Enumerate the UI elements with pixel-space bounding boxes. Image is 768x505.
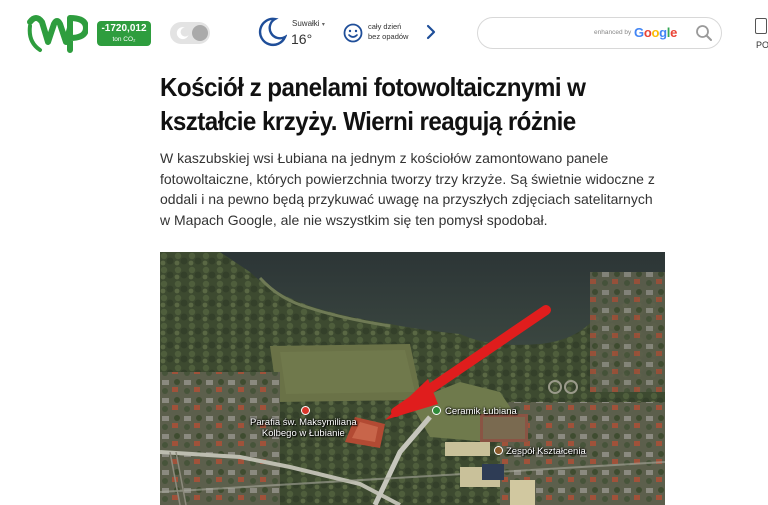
search-input[interactable] (488, 24, 588, 42)
header-right-label: PO (756, 40, 768, 50)
map-label-parish: Parafia św. Maksymiliana Kolbego w Łubia… (250, 417, 357, 439)
dark-mode-toggle[interactable] (170, 22, 210, 44)
moon-weather-icon (258, 17, 287, 47)
moon-icon (176, 27, 189, 40)
enhanced-by-label: enhanced by (594, 29, 632, 36)
site-header: -1720,012 ton CO₂ Suwałki ▾ 16° cały dzi… (0, 0, 768, 66)
weather-desc-line1: cały dzień (368, 22, 402, 31)
header-right-clipped[interactable]: PO (755, 18, 768, 58)
search-icon[interactable] (695, 24, 713, 42)
chevron-down-icon: ▾ (321, 22, 325, 28)
weather-desc-line2: bez opadów (368, 32, 409, 41)
wp-logo[interactable] (26, 12, 89, 54)
google-logo: Google (634, 25, 677, 40)
parish-pin (301, 406, 310, 415)
parish-label-line2: Kolbego w Łubianie (261, 428, 345, 439)
co2-counter-badge[interactable]: -1720,012 ton CO₂ (97, 21, 151, 46)
google-letter: o (651, 25, 660, 40)
document-icon (755, 18, 767, 34)
smiley-icon (343, 23, 363, 43)
co2-value: -1720,012 (101, 23, 147, 34)
school-pin (494, 446, 503, 455)
chevron-right-icon[interactable] (425, 24, 437, 40)
satellite-map-drawing (160, 252, 665, 505)
map-label-zespol: Zespół Kształcenia (506, 446, 586, 457)
co2-unit: ton CO₂ (112, 36, 136, 43)
article-lead: W kaszubskiej wsi Łubiana na jednym z ko… (160, 150, 655, 228)
search-box[interactable]: enhanced by Google (477, 17, 722, 49)
weather-temperature: 16° (291, 31, 313, 47)
toggle-knob (192, 25, 208, 41)
weather-city[interactable]: Suwałki ▾ (292, 19, 325, 28)
ceramik-pin (432, 406, 441, 415)
google-letter: e (670, 25, 678, 40)
article-title: Kościół z panelami fotowoltaicznymi w ks… (160, 72, 586, 136)
google-letter: g (659, 25, 667, 40)
weather-description: cały dzień bez opadów (368, 22, 428, 42)
weather-city-name: Suwałki (292, 19, 320, 28)
map-label-ceramik: Ceramik Łubiana (445, 406, 517, 417)
parish-label-line1: Parafia św. Maksymiliana (250, 417, 357, 428)
article-satellite-image[interactable]: Parafia św. Maksymiliana Kolbego w Łubia… (160, 252, 665, 505)
google-letter: G (634, 25, 644, 40)
